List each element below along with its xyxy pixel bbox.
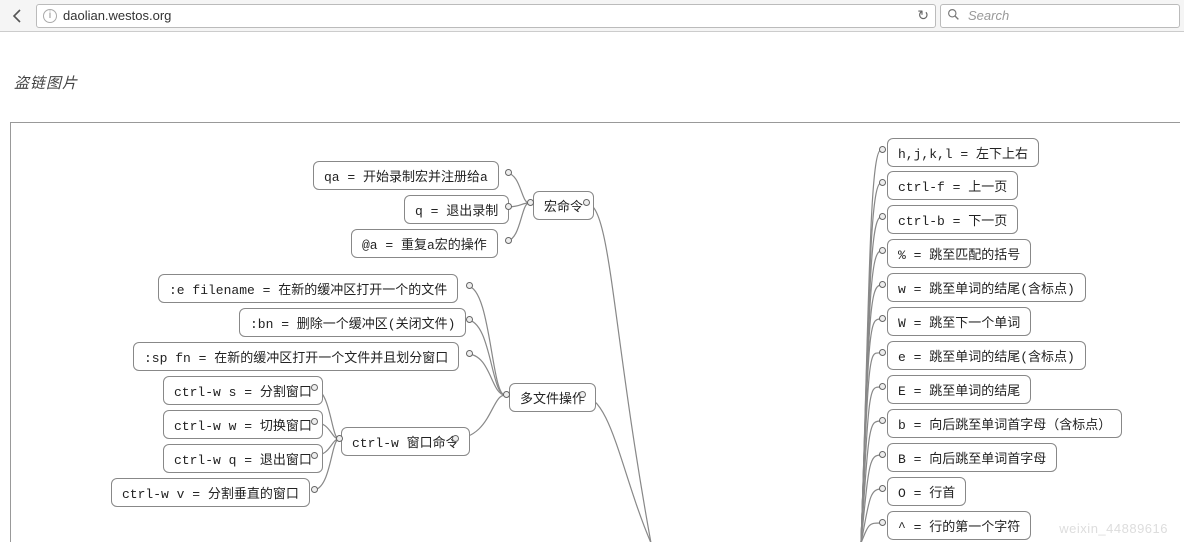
connector-dot xyxy=(583,199,590,206)
mindmap-leaf: O = 行首 xyxy=(887,477,966,506)
connector-dot xyxy=(879,451,886,458)
connector-dot xyxy=(505,237,512,244)
page-caption: 盗链图片 xyxy=(14,72,78,93)
url-bar[interactable]: i daolian.westos.org ↻ xyxy=(36,4,936,28)
connector-dot xyxy=(879,247,886,254)
mindmap-leaf: B = 向后跳至单词首字母 xyxy=(887,443,1057,472)
connector-dot xyxy=(879,315,886,322)
mindmap-leaf: ctrl-w v = 分割垂直的窗口 xyxy=(111,478,310,507)
connector-dot xyxy=(311,384,318,391)
mindmap-leaf: w = 跳至单词的结尾(含标点) xyxy=(887,273,1086,302)
page-content: 盗链图片 xyxy=(0,32,1184,548)
connector-dot xyxy=(879,417,886,424)
mindmap-leaf: :bn = 删除一个缓冲区(关闭文件) xyxy=(239,308,466,337)
mindmap-leaf: @a = 重复a宏的操作 xyxy=(351,229,498,258)
reload-icon[interactable]: ↻ xyxy=(917,7,929,24)
connector-dot xyxy=(466,316,473,323)
mindmap-leaf: % = 跳至匹配的括号 xyxy=(887,239,1031,268)
mindmap-leaf: e = 跳至单词的结尾(含标点) xyxy=(887,341,1086,370)
connector-dot xyxy=(879,349,886,356)
mindmap-leaf: ^ = 行的第一个字符 xyxy=(887,511,1031,540)
mindmap-leaf: ctrl-w q = 退出窗口 xyxy=(163,444,323,473)
connector-dot xyxy=(503,391,510,398)
back-button[interactable] xyxy=(4,3,32,29)
mindmap-diagram: qa = 开始录制宏并注册给a q = 退出录制 @a = 重复a宏的操作 宏命… xyxy=(10,122,1180,542)
mindmap-leaf: qa = 开始录制宏并注册给a xyxy=(313,161,499,190)
connector-dot xyxy=(879,383,886,390)
mindmap-branch-ctrlw: ctrl-w 窗口命令 xyxy=(341,427,470,456)
mindmap-leaf: b = 向后跳至单词首字母（含标点） xyxy=(887,409,1122,438)
connector-dot xyxy=(879,485,886,492)
connector-dot xyxy=(311,418,318,425)
mindmap-leaf: :e filename = 在新的缓冲区打开一个的文件 xyxy=(158,274,458,303)
mindmap-leaf: ctrl-f = 上一页 xyxy=(887,171,1018,200)
connector-dot xyxy=(579,391,586,398)
search-input[interactable] xyxy=(966,7,1173,24)
mindmap-leaf: W = 跳至下一个单词 xyxy=(887,307,1031,336)
browser-toolbar: i daolian.westos.org ↻ xyxy=(0,0,1184,32)
mindmap-leaf: ctrl-w s = 分割窗口 xyxy=(163,376,323,405)
search-bar[interactable] xyxy=(940,4,1180,28)
connector-dot xyxy=(311,486,318,493)
connector-dot xyxy=(879,179,886,186)
connector-dot xyxy=(452,435,459,442)
connector-dot xyxy=(466,350,473,357)
search-icon xyxy=(947,8,960,24)
mindmap-leaf: :sp fn = 在新的缓冲区打开一个文件并且划分窗口 xyxy=(133,342,459,371)
connector-dot xyxy=(879,519,886,526)
url-text: daolian.westos.org xyxy=(63,8,171,23)
mindmap-leaf: q = 退出录制 xyxy=(404,195,509,224)
info-icon: i xyxy=(43,9,57,23)
mindmap-leaf: ctrl-w w = 切换窗口 xyxy=(163,410,323,439)
connector-dot xyxy=(505,169,512,176)
connector-dot xyxy=(466,282,473,289)
watermark-text: weixin_44889616 xyxy=(1059,521,1168,536)
connector-dot xyxy=(311,452,318,459)
connector-dot xyxy=(336,435,343,442)
connector-dot xyxy=(879,213,886,220)
mindmap-leaf: E = 跳至单词的结尾 xyxy=(887,375,1031,404)
connector-dot xyxy=(879,146,886,153)
mindmap-leaf: h,j,k,l = 左下上右 xyxy=(887,138,1039,167)
connector-dot xyxy=(527,199,534,206)
connector-dot xyxy=(505,203,512,210)
connector-dot xyxy=(879,281,886,288)
mindmap-leaf: ctrl-b = 下一页 xyxy=(887,205,1018,234)
